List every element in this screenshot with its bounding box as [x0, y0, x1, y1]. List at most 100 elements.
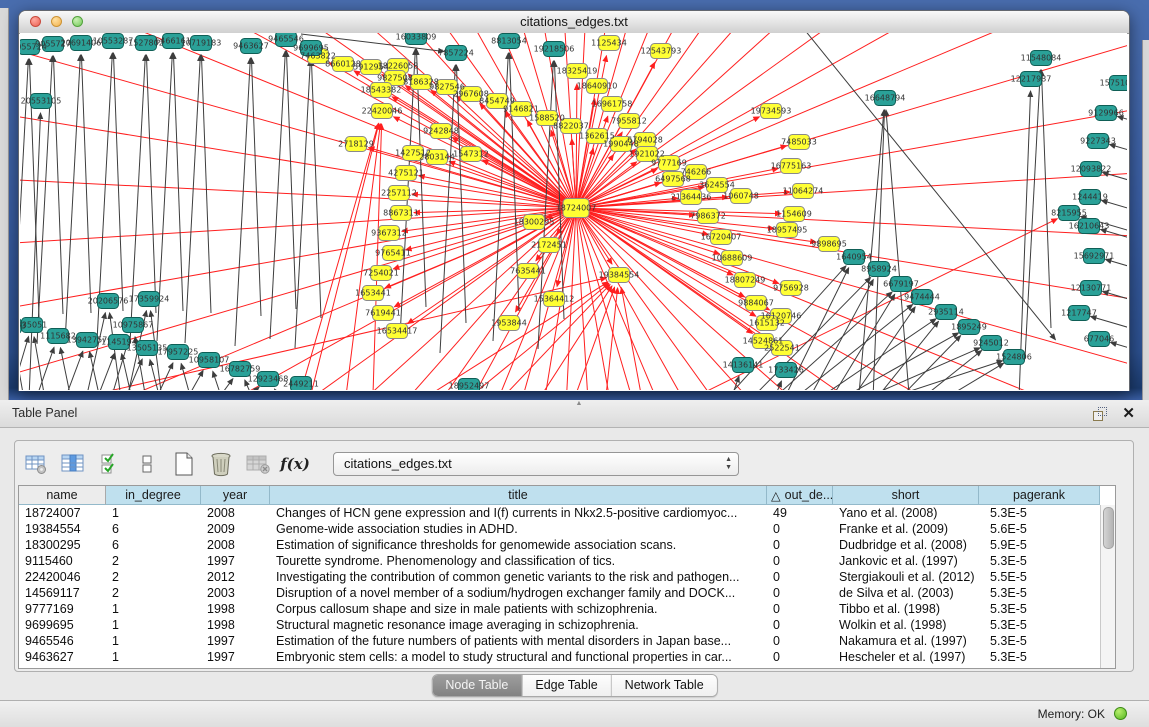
table-row[interactable]: 1456911722003Disruption of a novel membe… [19, 585, 1100, 601]
tab-node-table[interactable]: Node Table [432, 675, 522, 696]
table-cell: 5.3E-5 [979, 633, 1100, 649]
table-cell: 0 [767, 585, 833, 601]
graph-node-label: 11064274 [783, 187, 824, 196]
table-cell: 9777169 [19, 601, 106, 617]
table-cell: 18724007 [19, 505, 106, 521]
table-row[interactable]: 1830029562008Estimation of significance … [19, 537, 1100, 553]
show-hide-columns-icon[interactable] [60, 451, 86, 477]
graph-node-label: 18543382 [361, 86, 402, 95]
graph-node-label: 12217987 [1011, 75, 1052, 84]
table-selector-value: citations_edges.txt [344, 456, 452, 471]
column-header-in-degree[interactable]: in_degree [106, 486, 201, 505]
table-row[interactable]: 969969511998Structural magnetic resonanc… [19, 617, 1100, 633]
column-header-year[interactable]: year [201, 486, 270, 505]
graph-node-label: 15751074 [1100, 79, 1127, 88]
graph-edge [1103, 291, 1127, 310]
graph-node-label: 1125434 [591, 39, 627, 48]
graph-node-label: 9474444 [904, 293, 940, 302]
table-cell: 5.3E-5 [979, 649, 1100, 665]
delete-table-icon[interactable] [245, 451, 271, 477]
new-document-icon[interactable] [171, 451, 197, 477]
graph-edge [1101, 229, 1127, 248]
table-cell: Nakamura et al. (1997) [833, 633, 979, 649]
network-view[interactable]: 7463822866012859129541822605898275088186… [20, 33, 1127, 390]
table-cell: Corpus callosum shape and size in male p… [270, 601, 767, 617]
scrollbar-thumb[interactable] [1103, 507, 1114, 549]
graph-node-label: 10975867 [113, 321, 154, 330]
table-toolbar: f(x) citations_edges.txt ▲▼ [23, 446, 1125, 482]
table-cell: 2008 [201, 537, 270, 553]
table-cell: 2003 [201, 585, 270, 601]
close-panel-icon[interactable]: ✕ [1122, 405, 1135, 423]
table-cell: Structural magnetic resonance image aver… [270, 617, 767, 633]
graph-node-label: 16534417 [377, 327, 418, 336]
table-cell: Dudbridge et al. (2008) [833, 537, 979, 553]
table-selector-dropdown[interactable]: citations_edges.txt ▲▼ [333, 452, 739, 476]
table-cell: Estimation of the future numbers of pati… [270, 633, 767, 649]
graph-edge [1102, 200, 1127, 219]
table-cell: 5.6E-5 [979, 521, 1100, 537]
table-cell: 2 [106, 585, 201, 601]
table-cell: Genome-wide association studies in ADHD. [270, 521, 767, 537]
table-cell: 1997 [201, 633, 270, 649]
splitter-grip[interactable]: ▲ [574, 401, 584, 407]
graph-edge [218, 379, 233, 390]
table-cell: 19384554 [19, 521, 106, 537]
graph-edge [295, 60, 310, 348]
column-header-title[interactable]: title [270, 486, 767, 505]
table-cell: 1998 [201, 601, 270, 617]
tab-edge-table[interactable]: Edge Table [522, 675, 611, 696]
network-canvas[interactable]: 7463822866012859129541822605898275088186… [20, 33, 1127, 390]
column-header-out-degree[interactable]: △ out_de... [767, 486, 833, 505]
graph-edge [90, 352, 100, 390]
tab-network-table[interactable]: Network Table [612, 675, 717, 696]
graph-edge [1019, 91, 1031, 390]
graph-node-label: 9765411 [375, 249, 411, 258]
column-header-name[interactable]: name [19, 486, 106, 505]
table-settings-icon[interactable] [23, 451, 49, 477]
split-panel-icon[interactable] [134, 451, 160, 477]
graph-node-label: 15364412 [534, 295, 575, 304]
select-rows-icon[interactable] [97, 451, 123, 477]
graph-node-label: 16033809 [396, 33, 437, 42]
graph-node-label: 1953844 [491, 319, 527, 328]
graph-edge [311, 60, 321, 318]
table-row[interactable]: 1938455462009Genome-wide association stu… [19, 521, 1100, 537]
desktop-right-edge [1142, 40, 1149, 400]
network-window-titlebar[interactable]: citations_edges.txt [19, 11, 1129, 34]
graph-node-label: 12130771 [1071, 284, 1112, 293]
float-panel-icon[interactable] [1093, 407, 1107, 421]
table-row[interactable]: 946554611997Estimation of the future num… [19, 633, 1100, 649]
graph-node-label: 9463627 [233, 42, 269, 51]
table-row[interactable]: 946362711997Embryonic stem cells: a mode… [19, 649, 1100, 665]
table-cell: 5.3E-5 [979, 505, 1100, 521]
table-tabs: Node Table Edge Table Network Table [431, 674, 717, 697]
table-row[interactable]: 911546021997Tourette syndrome. Phenomeno… [19, 553, 1100, 569]
table-panel-header: ▲ Table Panel ✕ [0, 400, 1149, 428]
table-header-row: name in_degree year title △ out_de... sh… [19, 486, 1115, 505]
graph-edge [29, 113, 41, 390]
graph-node-label: 9367312 [371, 229, 407, 238]
column-header-pagerank[interactable]: pagerank [979, 486, 1100, 505]
table-cell: 2008 [201, 505, 270, 521]
column-header-short[interactable]: short [833, 486, 979, 505]
table-cell: de Silva et al. (2003) [833, 585, 979, 601]
graph-node-label: 4275121 [388, 169, 424, 178]
table-row[interactable]: 977716911998Corpus callosum shape and si… [19, 601, 1100, 617]
delete-rows-trash-icon[interactable] [208, 451, 234, 477]
function-builder-icon[interactable]: f(x) [282, 451, 308, 477]
table-cell: 0 [767, 569, 833, 585]
table-cell: 1997 [201, 649, 270, 665]
table-row[interactable]: 1872400712008Changes of HCN gene express… [19, 505, 1100, 521]
table-cell: 0 [767, 553, 833, 569]
vertical-scrollbar[interactable] [1100, 505, 1115, 668]
graph-node-label: 1733426 [768, 366, 804, 375]
graph-edge [1110, 144, 1127, 163]
graph-node-label: 19218506 [534, 45, 575, 54]
graph-node-label: 2935114 [928, 308, 964, 317]
graph-node-label: 18325419 [557, 67, 598, 76]
table-row[interactable]: 2242004622012Investigating the contribut… [19, 569, 1100, 585]
table-cell: 49 [767, 505, 833, 521]
graph-node-label: 16775163 [771, 162, 812, 171]
graph-edge [97, 353, 115, 390]
